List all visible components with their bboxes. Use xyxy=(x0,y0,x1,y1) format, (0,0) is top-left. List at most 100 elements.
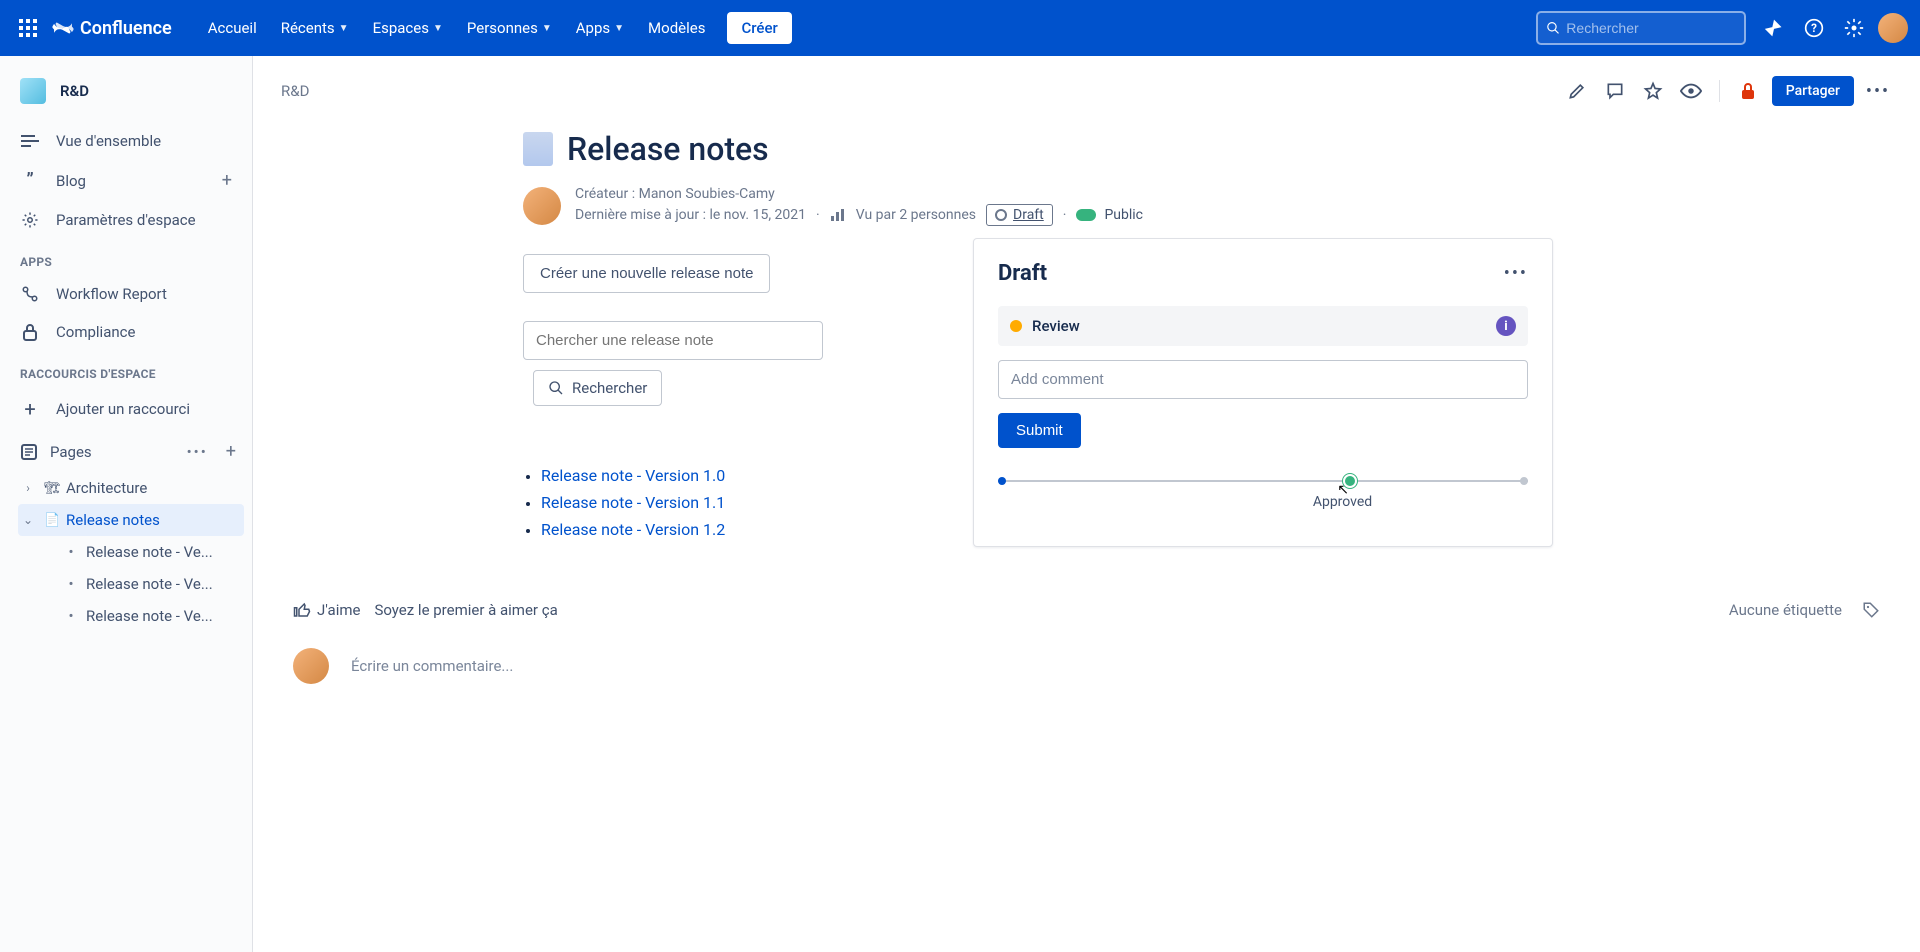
page-icon: 🏗 xyxy=(44,481,60,496)
page-emoji-icon[interactable] xyxy=(523,132,553,166)
sidebar-overview[interactable]: Vue d'ensemble xyxy=(0,122,252,160)
space-header[interactable]: R&D xyxy=(0,74,252,122)
workflow-more-icon[interactable]: ••• xyxy=(1504,263,1528,284)
list-item: Release note - Version 1.0 xyxy=(541,466,943,485)
nav-recents[interactable]: Récents▼ xyxy=(271,11,359,45)
comment-avatar xyxy=(293,648,329,684)
create-release-note-button[interactable]: Créer une nouvelle release note xyxy=(523,254,770,293)
visibility-pill[interactable]: Public xyxy=(1076,207,1143,223)
list-item: Release note - Version 1.2 xyxy=(541,520,943,539)
global-search[interactable] xyxy=(1536,11,1746,45)
workflow-panel: Draft ••• Review i Submit xyxy=(973,238,1553,547)
workflow-comment-input[interactable] xyxy=(998,360,1528,399)
workflow-state-title: Draft xyxy=(998,261,1047,286)
nav-personnes[interactable]: Personnes▼ xyxy=(457,11,562,45)
workflow-submit-button[interactable]: Submit xyxy=(998,413,1081,448)
page-body-left: Créer une nouvelle release note Recherch… xyxy=(523,236,943,547)
sidebar-pages[interactable]: Pages ••• + xyxy=(0,431,252,472)
blog-icon: ” xyxy=(20,170,40,191)
create-button[interactable]: Créer xyxy=(727,12,791,44)
list-item: Release note - Version 1.1 xyxy=(541,493,943,512)
add-page-icon[interactable]: + xyxy=(226,441,236,462)
notifications-icon[interactable] xyxy=(1758,12,1790,44)
nav-accueil[interactable]: Accueil xyxy=(198,11,267,45)
progress-end-dot xyxy=(1518,475,1529,486)
sidebar-workflow-report[interactable]: Workflow Report xyxy=(0,275,252,313)
chevron-down-icon: ▼ xyxy=(433,23,443,34)
gear-icon xyxy=(20,211,40,229)
chevron-right-icon[interactable]: › xyxy=(18,481,38,495)
author-avatar[interactable] xyxy=(523,187,561,225)
chevron-down-icon: ▼ xyxy=(339,23,349,34)
bullet-icon: • xyxy=(62,575,80,593)
like-prompt: Soyez le premier à aimer ça xyxy=(374,601,557,619)
release-note-link[interactable]: Release note - Version 1.0 xyxy=(541,466,725,485)
tree-release-notes[interactable]: ⌄ 📄 Release notes xyxy=(18,504,244,536)
release-note-search-input[interactable] xyxy=(523,321,823,360)
workflow-transition-row[interactable]: Review i xyxy=(998,306,1528,346)
thumbs-up-icon xyxy=(293,601,311,619)
search-icon xyxy=(1546,20,1560,36)
breadcrumb[interactable]: R&D xyxy=(281,82,309,100)
help-icon[interactable]: ? xyxy=(1798,12,1830,44)
public-dot-icon xyxy=(1076,209,1096,221)
chevron-down-icon[interactable]: ⌄ xyxy=(18,513,38,527)
confluence-logo[interactable]: Confluence xyxy=(52,17,172,39)
comment-icon[interactable] xyxy=(1601,77,1629,105)
shortcuts-section-label: RACCOURCIS D'ESPACE xyxy=(0,351,252,387)
page-tree: › 🏗 Architecture ⌄ 📄 Release notes •Rele… xyxy=(0,472,252,632)
space-name: R&D xyxy=(60,82,89,100)
page-header-bar: R&D Partager ••• xyxy=(253,56,1920,112)
creator-line: Créateur : Manon Soubies-Camy xyxy=(575,186,1143,202)
tree-architecture[interactable]: › 🏗 Architecture xyxy=(18,472,244,504)
search-input[interactable] xyxy=(1566,20,1736,36)
sidebar-compliance[interactable]: Compliance xyxy=(0,313,252,351)
pages-icon xyxy=(20,443,38,461)
profile-avatar[interactable] xyxy=(1878,13,1908,43)
nav-apps[interactable]: Apps▼ xyxy=(566,11,634,45)
like-bar: J'aime Soyez le premier à aimer ça Aucun… xyxy=(253,577,1920,627)
no-labels-text: Aucune étiquette xyxy=(1729,601,1842,619)
settings-icon[interactable] xyxy=(1838,12,1870,44)
info-icon[interactable]: i xyxy=(1496,316,1516,336)
nav-modeles[interactable]: Modèles xyxy=(638,11,715,45)
restrictions-icon[interactable] xyxy=(1734,77,1762,105)
nav-espaces[interactable]: Espaces▼ xyxy=(363,11,453,45)
space-icon xyxy=(20,78,46,104)
add-blog-icon[interactable]: + xyxy=(222,170,232,191)
label-icon[interactable] xyxy=(1862,601,1880,619)
pages-more-icon[interactable]: ••• xyxy=(187,443,208,461)
like-button[interactable]: J'aime xyxy=(293,601,360,619)
tree-child[interactable]: •Release note - Ve... xyxy=(18,536,244,568)
tree-child[interactable]: •Release note - Ve... xyxy=(18,568,244,600)
bullet-icon: • xyxy=(62,543,80,561)
sidebar-space-settings[interactable]: Paramètres d'espace xyxy=(0,201,252,239)
release-notes-list: Release note - Version 1.0 Release note … xyxy=(523,466,943,539)
release-note-link[interactable]: Release note - Version 1.2 xyxy=(541,520,725,539)
edit-icon[interactable] xyxy=(1563,77,1591,105)
tree-child[interactable]: •Release note - Ve... xyxy=(18,600,244,632)
analytics-icon[interactable] xyxy=(830,208,846,222)
comment-input[interactable]: Écrire un commentaire... xyxy=(347,647,1880,685)
divider xyxy=(1719,80,1720,102)
workflow-status-pill[interactable]: Draft xyxy=(986,204,1053,226)
svg-text:?: ? xyxy=(1811,21,1817,35)
plus-icon: + xyxy=(20,397,40,421)
workflow-progress: ↖ Approved xyxy=(998,476,1528,506)
release-note-link[interactable]: Release note - Version 1.1 xyxy=(541,493,725,512)
star-icon[interactable] xyxy=(1639,77,1667,105)
sidebar-add-shortcut[interactable]: + Ajouter un raccourci xyxy=(0,387,252,431)
views-text[interactable]: Vu par 2 personnes xyxy=(856,207,976,223)
sidebar-blog[interactable]: ” Blog + xyxy=(0,160,252,201)
approved-label: Approved xyxy=(1313,494,1372,510)
nav-right-icons: ? xyxy=(1758,12,1908,44)
more-actions-icon[interactable]: ••• xyxy=(1864,77,1892,105)
chevron-down-icon: ▼ xyxy=(542,23,552,34)
release-note-search-button[interactable]: Rechercher xyxy=(533,370,662,406)
watch-icon[interactable] xyxy=(1677,77,1705,105)
app-switcher-icon[interactable] xyxy=(12,12,44,44)
status-ring-icon xyxy=(995,209,1007,221)
overview-icon xyxy=(20,134,40,148)
lock-icon xyxy=(20,323,40,341)
share-button[interactable]: Partager xyxy=(1772,76,1854,106)
